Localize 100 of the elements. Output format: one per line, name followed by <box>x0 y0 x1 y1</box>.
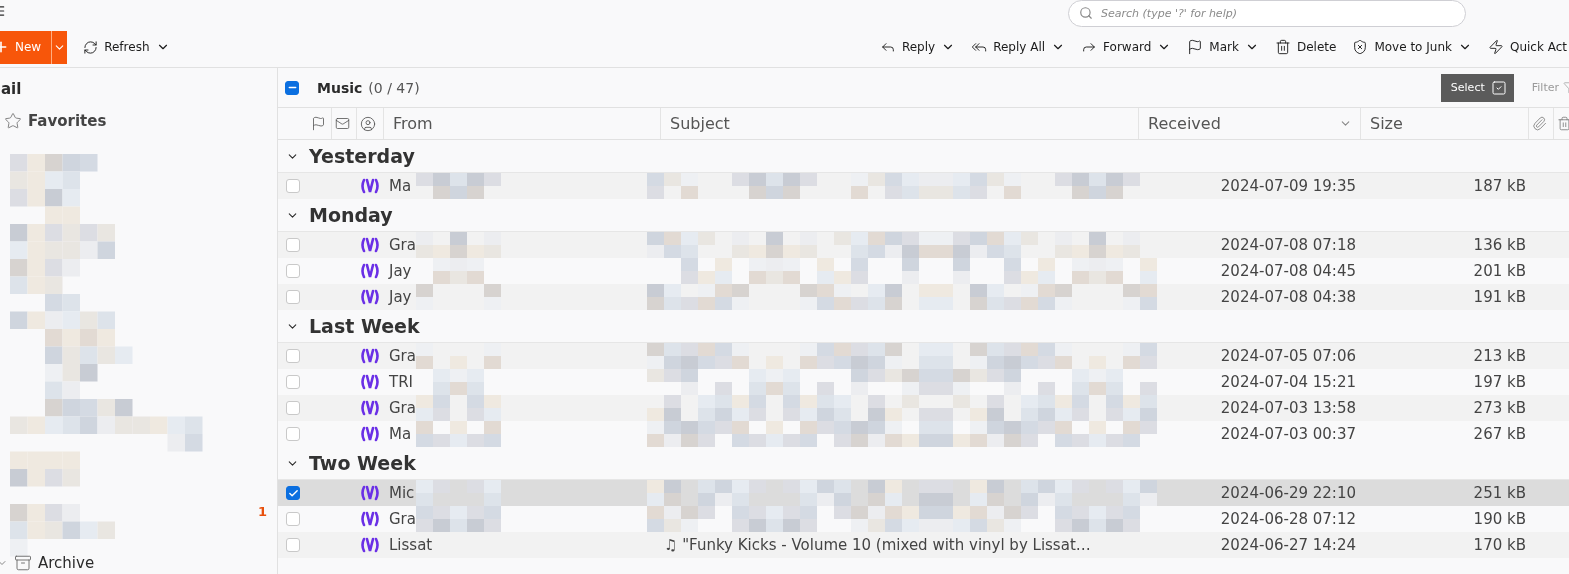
check-icon <box>287 487 299 499</box>
search-icon <box>1079 6 1093 20</box>
group-heading: Yesterday <box>309 145 415 167</box>
message-row[interactable]: Gra 2024-07-08 07:18 136 kB <box>278 232 1569 258</box>
date-text: 2024-06-28 07:12 <box>1219 510 1357 528</box>
row-checkbox[interactable] <box>286 427 300 441</box>
row-checkbox[interactable] <box>286 179 300 193</box>
sender-text: Gra <box>388 347 417 365</box>
trash-icon <box>1274 39 1291 55</box>
message-row[interactable]: Gra 2024-07-05 07:06 213 kB <box>278 343 1569 369</box>
logo-icon <box>359 236 380 254</box>
logo-icon <box>359 425 380 443</box>
quick-action-button[interactable]: Quick Act <box>1479 32 1569 62</box>
paperclip-icon[interactable] <box>1532 116 1547 131</box>
row-checkbox[interactable] <box>286 238 300 252</box>
group-heading: Monday <box>309 204 393 226</box>
refresh-button[interactable]: Refresh <box>75 32 178 62</box>
folder-item[interactable]: Favorites <box>28 112 107 130</box>
message-row[interactable]: Mic 2024-06-29 22:10 251 kB <box>278 480 1569 506</box>
row-checkbox[interactable] <box>286 349 300 363</box>
mail-icon[interactable] <box>335 116 350 131</box>
star-icon <box>4 112 22 130</box>
new-menu-button[interactable] <box>51 30 68 64</box>
search-field[interactable]: Search (type '?' for help) <box>1068 0 1466 27</box>
column-header[interactable]: Received <box>1148 114 1335 133</box>
message-count: (0 / 47) <box>368 79 420 96</box>
sender-text: Gra <box>388 399 417 417</box>
sender-text: Ma <box>388 425 413 443</box>
sender-text: Gra <box>388 510 417 528</box>
logo-icon <box>359 347 380 365</box>
column-header[interactable]: From <box>393 114 660 133</box>
logo-icon <box>359 484 380 502</box>
folder-item[interactable]: Archive <box>38 554 95 572</box>
date-text: 2024-07-03 00:37 <box>1219 425 1357 443</box>
reply-all-button[interactable]: Reply All <box>963 32 1074 62</box>
logo-icon <box>359 262 380 280</box>
date-text: 2024-07-09 19:35 <box>1219 177 1357 195</box>
size-text: 213 kB <box>1472 347 1527 365</box>
sender-text: Jay <box>387 262 413 280</box>
row-checkbox[interactable] <box>286 486 300 500</box>
flag-icon[interactable] <box>311 116 326 131</box>
group-heading: Two Week <box>309 452 416 474</box>
junk-button[interactable]: Move to Junk <box>1344 32 1480 62</box>
date-text: 2024-07-08 04:38 <box>1219 288 1357 306</box>
message-row[interactable]: Ma 2024-07-09 19:35 187 kB <box>278 173 1569 199</box>
date-text: 2024-06-27 14:24 <box>1219 536 1357 554</box>
select-all-checkbox[interactable] <box>285 80 299 95</box>
subject-text: ♫ "Funky Kicks - Volume 10 (mixed with vinyl by Lissat… <box>663 536 1092 554</box>
checkbox-icon <box>1490 79 1507 96</box>
row-checkbox[interactable] <box>286 375 300 389</box>
date-text: 2024-07-08 04:45 <box>1219 262 1357 280</box>
date-text: 2024-06-29 22:10 <box>1219 484 1357 502</box>
flag-icon <box>1187 39 1204 55</box>
sender-text: Gra <box>388 236 417 254</box>
logo-icon <box>359 510 380 528</box>
row-checkbox[interactable] <box>286 538 300 552</box>
logo-icon <box>359 288 380 306</box>
message-row[interactable]: Lissat ♫ "Funky Kicks - Volume 10 (mixed with vinyl by Lissat… 2024-06-27 14:24 170 kB <box>278 532 1569 558</box>
forward-button[interactable]: Forward <box>1073 32 1180 62</box>
date-text: 2024-07-08 07:18 <box>1219 236 1357 254</box>
sidebar-title: ail <box>1 80 22 98</box>
group-heading: Last Week <box>309 315 420 337</box>
mark-button[interactable]: Mark <box>1179 32 1267 62</box>
sender-text: Mic <box>388 484 416 502</box>
shield-icon <box>1352 39 1369 55</box>
user-icon[interactable] <box>360 115 376 132</box>
size-text: 136 kB <box>1472 236 1527 254</box>
refresh-icon <box>83 39 99 55</box>
date-text: 2024-07-03 13:58 <box>1219 399 1357 417</box>
logo-icon <box>359 399 380 417</box>
message-row[interactable]: Gra 2024-07-03 13:58 273 kB <box>278 395 1569 421</box>
logo-icon <box>359 373 380 391</box>
row-checkbox[interactable] <box>286 290 300 304</box>
sender-text: TRI <box>388 373 414 391</box>
size-text: 190 kB <box>1472 510 1527 528</box>
reply-button[interactable]: Reply <box>871 32 964 62</box>
unread-count: 1 <box>258 504 268 519</box>
sender-text: Jay <box>387 288 413 306</box>
row-checkbox[interactable] <box>286 401 300 415</box>
date-text: 2024-07-05 07:06 <box>1219 347 1357 365</box>
column-header[interactable]: Size <box>1370 114 1528 133</box>
row-checkbox[interactable] <box>286 512 300 526</box>
select-button[interactable]: Select <box>1440 73 1514 102</box>
size-text: 191 kB <box>1472 288 1527 306</box>
message-row[interactable]: Jay 2024-07-08 04:38 191 kB <box>278 284 1569 310</box>
size-text: 251 kB <box>1472 484 1527 502</box>
lightning-icon <box>1487 39 1504 55</box>
archive-icon <box>14 554 32 572</box>
logo-icon <box>359 536 380 554</box>
sender-text: Ma <box>388 177 413 195</box>
date-text: 2024-07-04 15:21 <box>1219 373 1357 391</box>
size-text: 267 kB <box>1472 425 1527 443</box>
column-header[interactable]: Subject <box>670 114 1138 133</box>
delete-button[interactable]: Delete <box>1266 32 1345 62</box>
logo-icon <box>359 177 380 195</box>
size-text: 201 kB <box>1472 262 1527 280</box>
trash-icon[interactable] <box>1557 116 1569 131</box>
size-text: 187 kB <box>1472 177 1527 195</box>
size-text: 273 kB <box>1472 399 1527 417</box>
row-checkbox[interactable] <box>286 264 300 278</box>
